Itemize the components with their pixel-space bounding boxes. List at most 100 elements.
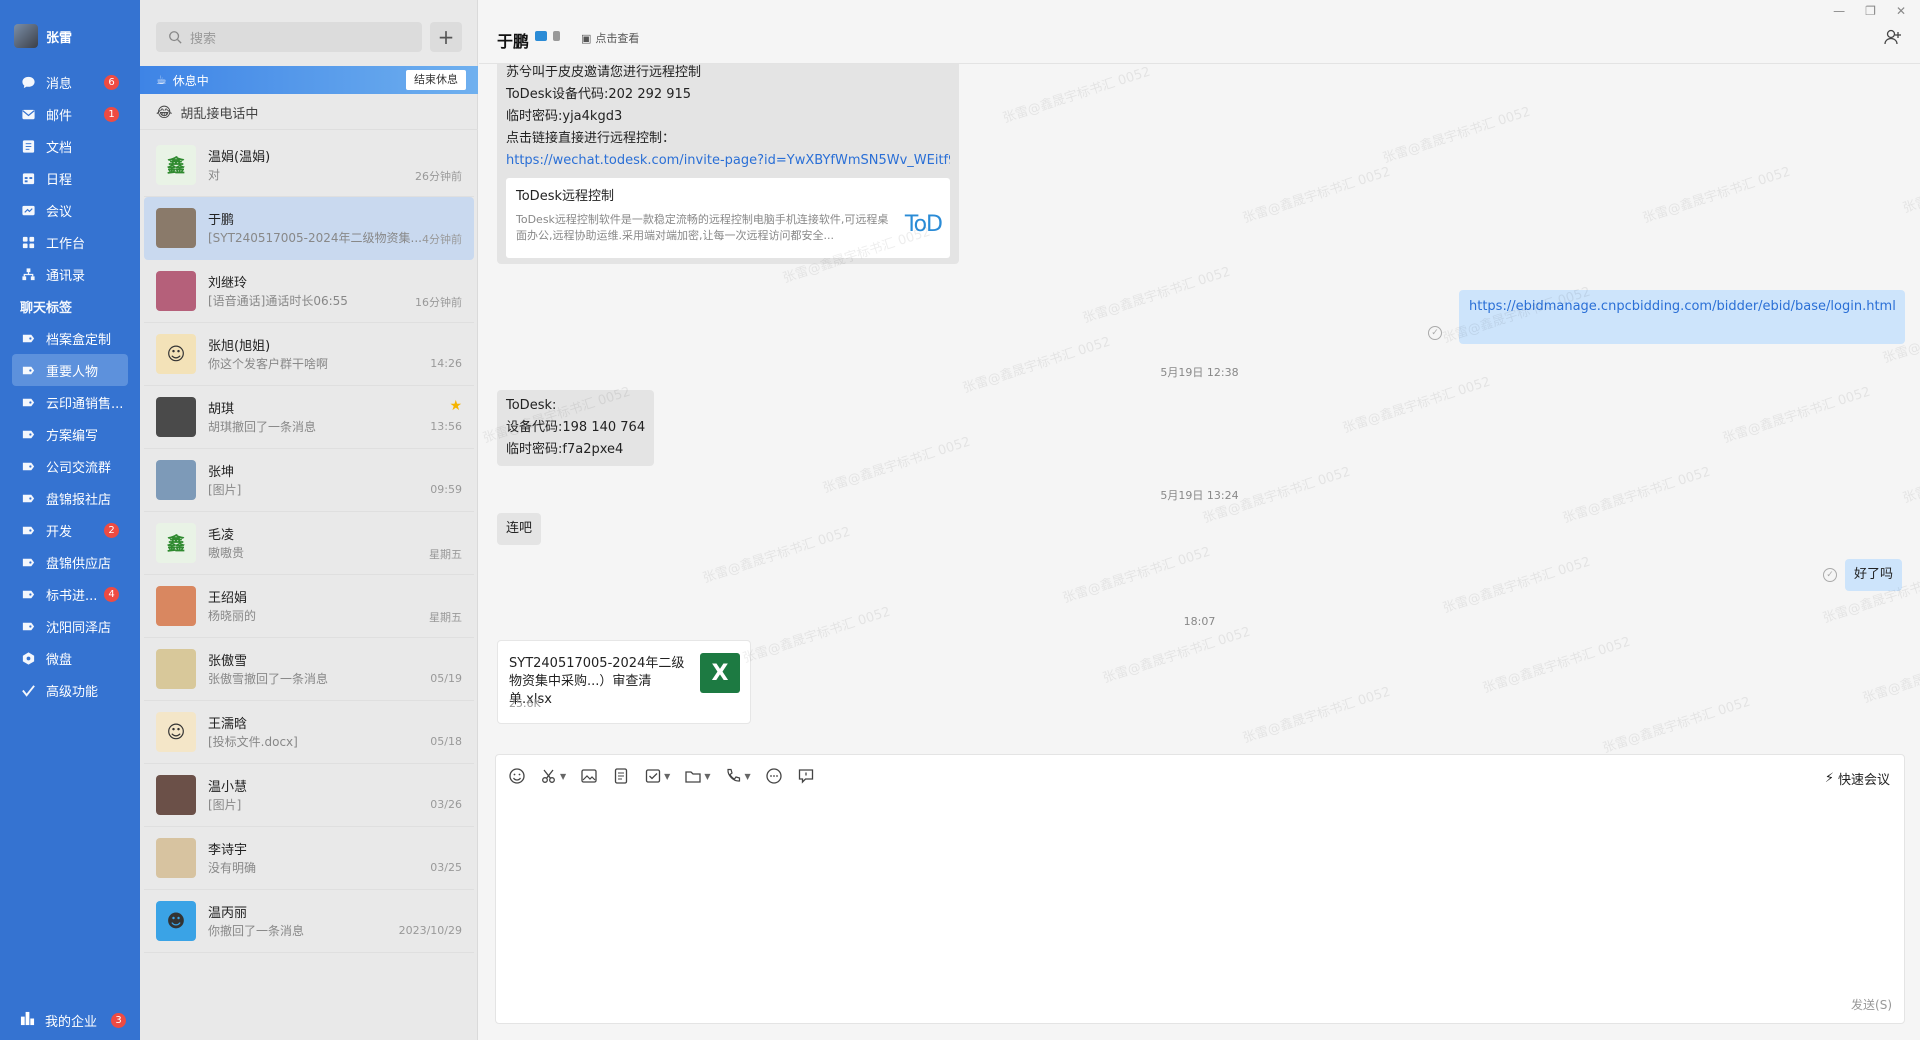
chat-title[interactable]: 于鹏 [497,28,529,52]
nav-item-meeting[interactable]: 会议 [0,194,140,226]
nav-item-tag[interactable]: 盘锦供应店 [0,546,140,578]
nav-item-tag[interactable]: 公司交流群 [0,450,140,482]
conversation-body: 王濡晗 [投标文件.docx] [208,713,462,751]
nav-item-tag[interactable]: 方案编写 [0,418,140,450]
watermark: 张雷@鑫晟宇标书汇 0052 [1721,384,1873,447]
nav-item-doc[interactable]: 文档 [0,130,140,162]
avatar[interactable] [156,271,196,311]
watermark: 张雷@鑫晟宇标书汇 0052 [1901,154,1920,217]
avatar[interactable]: ☻ [156,901,196,941]
nav-item-mail[interactable]: 邮件 1 [0,98,140,130]
avatar[interactable] [156,397,196,437]
avatar[interactable] [156,838,196,878]
nav-item-tag[interactable]: 重要人物 [12,354,128,386]
nav-item-advanced[interactable]: 高级功能 [0,674,140,706]
message-text: 连吧 [506,521,533,536]
conversation-time: 13:56 [430,420,462,433]
avatar[interactable] [156,460,196,500]
search-input[interactable]: 搜索 [156,22,422,52]
message-text: 好了吗 [1854,567,1894,582]
avatar[interactable] [156,208,196,248]
conversation-body: 温小慧 [图片] [208,776,462,814]
avatar[interactable]: 鑫 [156,523,196,563]
more-icon[interactable] [765,767,783,785]
nav-item-tag[interactable]: 盘锦报社店 [0,482,140,514]
message-link[interactable]: https://wechat.todesk.com/invite-page?id… [506,150,950,172]
link-preview-card[interactable]: ToDesk远程控制 ToDesk远程控制软件是一款稳定流畅的远程控制电脑手机连… [506,178,950,258]
nav-item-tag[interactable]: 沈阳同泽店 [0,610,140,642]
tag-icon [20,618,36,634]
quick-meeting-button[interactable]: ⚡ 快速会议 [1825,769,1890,788]
watermark: 张雷@鑫晟宇标书汇 0052 [701,524,853,587]
conversation-item[interactable]: 刘继玲 [语音通话]通话时长06:55 16分钟前 [144,260,474,323]
conversation-item[interactable]: 胡琪 胡琪撤回了一条消息 13:56 ★ [144,386,474,449]
add-member-icon[interactable] [1884,28,1902,50]
avatar[interactable] [156,586,196,626]
nav-item-calendar[interactable]: 日程 [0,162,140,194]
message-bubble[interactable]: 连吧 [497,513,542,545]
nav-my-enterprise[interactable]: 我的企业 3 [20,1011,127,1030]
nav-item-contacts[interactable]: 通讯录 [0,258,140,290]
avatar[interactable] [14,24,38,48]
chat-history-icon[interactable] [797,767,815,785]
status-row[interactable]: 😂 胡乱接电话中 [140,96,478,130]
conversation-item[interactable]: 于鹏 [SYT240517005-2024年二级物资集... 4分钟前 [144,197,474,260]
conversation-item[interactable]: 张坤 [图片] 09:59 [144,449,474,512]
star-icon[interactable]: ★ [449,398,462,414]
conversation-item[interactable]: 温小慧 [图片] 03/26 [144,764,474,827]
message-bubble-todesk-code[interactable]: ToDesk: 设备代码:198 140 764 临时密码:f7a2pxe4 [497,390,655,466]
task-check-icon[interactable]: ▼ [644,767,670,785]
click-view-link[interactable]: ▣ 点击查看 [581,30,639,46]
nav-item-grid[interactable]: 工作台 [0,226,140,258]
conversation-body: 毛凌 嗷嗷贵 [208,524,462,562]
nav-item-tag[interactable]: 云印通销售... [0,386,140,418]
nav-item-tag[interactable]: 档案盒定制 [0,322,140,354]
conversation-item[interactable]: 鑫毛凌 嗷嗷贵 星期五 [144,512,474,575]
nav-item-cloud-disk[interactable]: 微盘 [0,642,140,674]
conversation-item[interactable]: ☺ 张旭(旭姐) 你这个发客户群干啥啊 14:26 [144,323,474,386]
document-icon[interactable] [612,767,630,785]
avatar[interactable] [156,649,196,689]
nav-item-tag[interactable]: 开发 2 [0,514,140,546]
avatar[interactable] [156,775,196,815]
nav-item-chat[interactable]: 消息 6 [0,66,140,98]
phone-icon[interactable]: ▼ [724,767,751,785]
image-icon[interactable] [580,767,598,785]
avatar[interactable]: ☺ [156,712,196,752]
nav-label: 方案编写 [46,428,99,444]
chat-header: 于鹏 ▣ 点击查看 — ❐ ✕ [479,0,1920,64]
conversation-name: 王绍娟 [208,591,248,606]
restore-icon[interactable]: ❐ [1865,4,1876,18]
message-composer[interactable]: ▼ ▼ ▼ ▼ ⚡ 快速会议 发送(S) [495,754,1905,1024]
nav-item-tag[interactable]: 标书进... 4 [0,578,140,610]
chat-window: 于鹏 ▣ 点击查看 — ❐ ✕ 苏兮叫于皮皮邀请您进行远程控制 ToDesk设备… [479,0,1920,1040]
conversation-item[interactable]: ☻ 温丙丽 你撤回了一条消息 2023/10/29 [144,890,474,953]
folder-icon[interactable]: ▼ [684,767,710,785]
file-message-card[interactable]: SYT240517005-2024年二级物资集中采购...）审查清单.xlsx … [497,640,751,724]
avatar[interactable]: 鑫 [156,145,196,185]
conversation-item[interactable]: 鑫温娟(温娟) 对 26分钟前 [144,134,474,197]
close-icon[interactable]: ✕ [1896,4,1906,18]
screenshot-scissors-icon[interactable]: ▼ [540,767,566,785]
avatar[interactable]: ☺ [156,334,196,374]
message-link[interactable]: https://ebidmanage.cnpcbidding.com/bidde… [1469,299,1896,314]
user-profile[interactable]: 张雷 [14,24,72,48]
conversation-item[interactable]: 张傲雪 张傲雪撤回了一条消息 05/19 [144,638,474,701]
tag-icon [20,554,36,570]
emoji-icon[interactable] [508,767,526,785]
conversation-item[interactable]: 王绍娟 杨晓丽的 星期五 [144,575,474,638]
message-bubble-link-mine[interactable]: https://ebidmanage.cnpcbidding.com/bidde… [1459,290,1905,344]
conversation-item[interactable]: 李诗宇 没有明确 03/25 [144,827,474,890]
conversation-item[interactable]: ☺ 王濡晗 [投标文件.docx] 05/18 [144,701,474,764]
end-rest-button[interactable]: 结束休息 [406,70,466,90]
nav-label: 档案盒定制 [46,332,112,348]
add-button[interactable]: + [430,22,462,52]
message-bubble-mine[interactable]: 好了吗 [1845,559,1903,591]
message-bubble-todesk-invite[interactable]: 苏兮叫于皮皮邀请您进行远程控制 ToDesk设备代码:202 292 915 临… [497,64,959,264]
nav-label: 沈阳同泽店 [46,620,112,636]
send-button[interactable]: 发送(S) [1851,996,1892,1013]
unread-badge: 4 [104,587,119,602]
unread-badge: 1 [104,107,119,122]
minimize-icon[interactable]: — [1833,4,1845,18]
message-line: 点击链接直接进行远程控制： [506,131,676,146]
